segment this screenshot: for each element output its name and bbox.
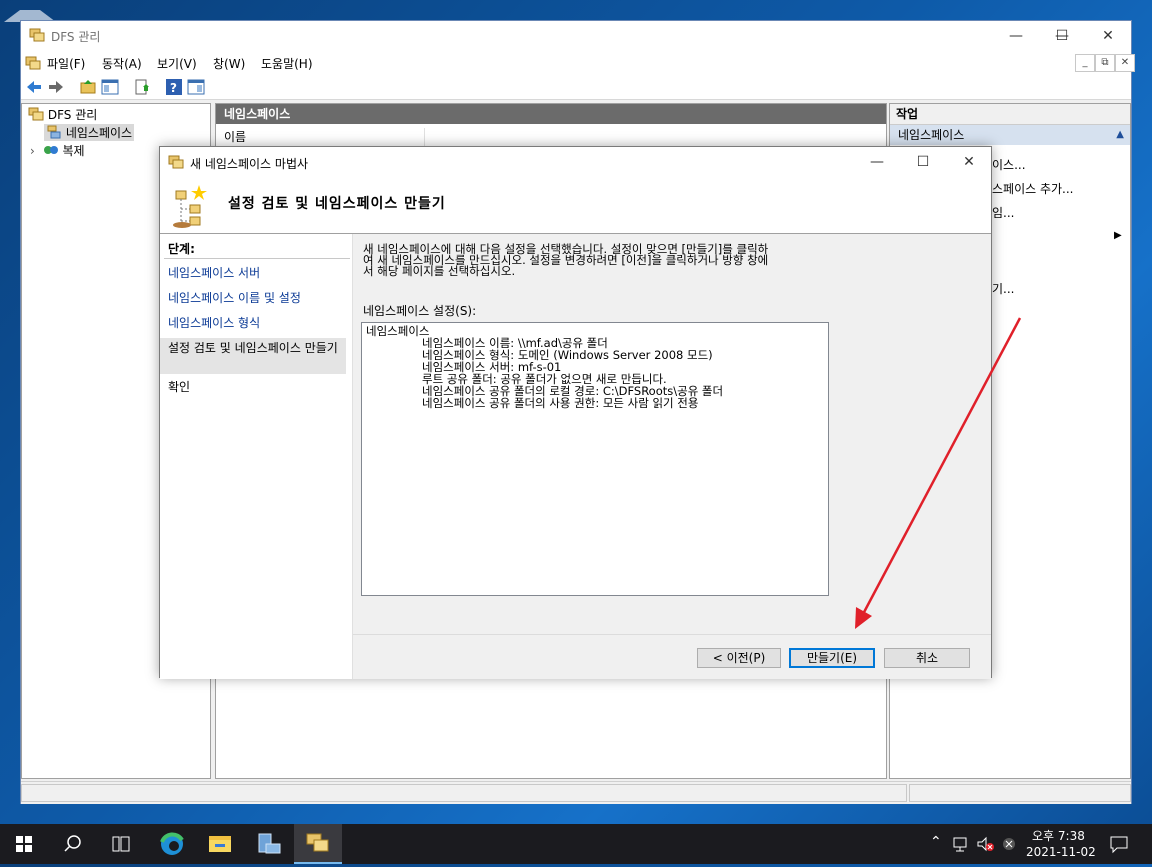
- wizard-app-icon: [168, 154, 184, 170]
- tree-replication-label: 복제: [62, 144, 85, 158]
- dfs-folder-icon: [28, 107, 44, 121]
- mdi-close-button[interactable]: ✕: [1115, 54, 1135, 72]
- wizard-title: 새 네임스페이스 마법사: [190, 157, 309, 171]
- task-view-icon[interactable]: [96, 824, 144, 864]
- cancel-button[interactable]: 취소: [884, 648, 970, 668]
- step-namespace-server[interactable]: 네임스페이스 서버: [168, 267, 346, 280]
- forward-arrow-icon[interactable]: [47, 78, 65, 96]
- results-pane-header: 네임스페이스: [216, 104, 886, 124]
- tree-item-dfs-root[interactable]: DFS 관리: [28, 106, 97, 123]
- wizard-maximize-button[interactable]: ☐: [900, 147, 946, 177]
- status-bar: [21, 781, 1131, 804]
- replication-icon: [43, 146, 58, 154]
- menu-action[interactable]: 동작(A): [102, 55, 142, 72]
- menu-help[interactable]: 도움말(H): [261, 55, 313, 72]
- chevron-up-icon[interactable]: ⌃: [930, 834, 942, 850]
- action-center-icon[interactable]: [1108, 834, 1130, 854]
- status-cell-2: [909, 784, 1131, 802]
- edge-browser-icon[interactable]: [148, 824, 196, 864]
- volume-muted-icon[interactable]: [976, 835, 996, 853]
- tree-item-replication[interactable]: › 복제: [30, 142, 85, 159]
- wizard-minimize-button[interactable]: —: [854, 147, 900, 177]
- show-hide-tree-icon[interactable]: [101, 78, 119, 96]
- step-namespace-name[interactable]: 네임스페이스 이름 및 설정: [168, 292, 346, 305]
- actions-subheader[interactable]: 네임스페이스 ▲: [890, 125, 1130, 145]
- column-header-name[interactable]: 이름: [216, 128, 425, 146]
- intro-text: 새 네임스페이스에 대해 다음 설정을 선택했습니다. 설정이 맞으면 [만들기…: [363, 243, 833, 278]
- actions-header: 작업: [890, 104, 1130, 125]
- new-namespace-wizard: 새 네임스페이스 마법사 — ☐ ✕ 설정 검토 및 네임스페이스 만들기 단계…: [159, 146, 992, 679]
- minimize-icon[interactable]: —: [993, 21, 1039, 51]
- tree-namespace-label: 네임스페이스: [65, 126, 133, 140]
- settings-line: 네임스페이스 공유 폴더의 사용 권한: 모든 사람 읽기 전용: [422, 396, 699, 410]
- file-explorer-icon[interactable]: [196, 824, 244, 864]
- step-namespace-type[interactable]: 네임스페이스 형식: [168, 317, 346, 330]
- wizard-steps-pane: 단계: 네임스페이스 서버 네임스페이스 이름 및 설정 네임스페이스 형식 설…: [160, 234, 353, 679]
- step-confirmation: 확인: [168, 380, 191, 394]
- mdi-restore-button[interactable]: ⧉: [1095, 54, 1115, 72]
- export-list-icon[interactable]: [133, 78, 151, 96]
- menu-window[interactable]: 창(W): [213, 55, 245, 72]
- settings-label: 네임스페이스 설정(S):: [363, 304, 477, 318]
- menu-file[interactable]: 파일(F): [47, 55, 85, 72]
- tree-root-label: DFS 관리: [47, 108, 98, 122]
- server-manager-icon[interactable]: [244, 824, 292, 864]
- wizard-content: 새 네임스페이스에 대해 다음 설정을 선택했습니다. 설정이 맞으면 [만들기…: [353, 234, 991, 634]
- wizard-namespace-icon: [172, 183, 212, 229]
- up-folder-icon[interactable]: [79, 78, 97, 96]
- tree-item-namespaces[interactable]: 네임스페이스: [44, 124, 135, 141]
- wizard-heading: 설정 검토 및 네임스페이스 만들기: [228, 196, 446, 212]
- svg-text:?: ?: [170, 81, 177, 95]
- mdi-minimize-button[interactable]: _: [1075, 54, 1095, 72]
- help-icon[interactable]: ?: [165, 78, 183, 96]
- taskbar: ⌃ 오후 7:38 2021-11-02: [0, 824, 1152, 864]
- mmc-menu-icon[interactable]: [25, 55, 41, 71]
- desktop: { "mmc": { "title": "DFS 관리", "menu": ["…: [0, 0, 1152, 864]
- create-button[interactable]: 만들기(E): [789, 648, 875, 668]
- close-button[interactable]: ✕: [1085, 21, 1131, 51]
- start-button[interactable]: [0, 824, 48, 864]
- show-action-pane-icon[interactable]: [187, 78, 205, 96]
- collapse-up-icon[interactable]: ▲: [1116, 125, 1124, 145]
- step-review-settings: 설정 검토 및 네임스페이스 만들기: [160, 338, 346, 374]
- status-cell-1: [21, 784, 907, 802]
- window-title: DFS 관리: [51, 30, 101, 44]
- action-item-3[interactable]: 임...: [992, 204, 1014, 221]
- settings-root: 네임스페이스: [366, 324, 430, 338]
- menu-view[interactable]: 보기(V): [157, 55, 197, 72]
- namespace-icon: [47, 125, 61, 139]
- desktop-icon-fragment: [0, 0, 60, 22]
- action-item-2[interactable]: 스페이스 추가...: [992, 180, 1074, 197]
- steps-title: 단계:: [168, 242, 195, 256]
- title-bar: DFS 관리 — — ☐ ✕: [21, 21, 1131, 51]
- clock-time[interactable]: 오후 7:38: [1032, 827, 1085, 844]
- wizard-title-bar: 새 네임스페이스 마법사 — ☐ ✕: [160, 147, 991, 177]
- actions-subheader-label: 네임스페이스: [898, 128, 965, 142]
- steps-divider: [164, 258, 350, 259]
- submenu-arrow-icon[interactable]: ▶: [1114, 230, 1122, 241]
- dfs-app-icon: [29, 27, 45, 43]
- intro-line-3: 서 해당 페이지를 선택하십시오.: [363, 264, 516, 278]
- chevron-right-icon[interactable]: ›: [30, 144, 35, 158]
- search-icon[interactable]: [48, 824, 96, 864]
- clock-date[interactable]: 2021-11-02: [1026, 845, 1096, 859]
- wizard-close-button[interactable]: ✕: [946, 147, 992, 177]
- menu-bar: 파일(F) 동작(A) 보기(V) 창(W) 도움말(H) _ ⧉ ✕: [21, 51, 1135, 75]
- back-arrow-icon[interactable]: [25, 78, 43, 96]
- wizard-button-bar: < 이전(P) 만들기(E) 취소: [353, 634, 991, 679]
- network-icon[interactable]: [952, 835, 970, 853]
- back-button[interactable]: < 이전(P): [697, 648, 781, 668]
- dfs-management-taskbar-icon[interactable]: [294, 824, 342, 864]
- maximize-button[interactable]: ☐: [1039, 21, 1085, 51]
- notification-error-icon[interactable]: [1000, 835, 1018, 853]
- action-item-4[interactable]: 기...: [992, 280, 1014, 297]
- action-item-1[interactable]: 이스...: [992, 156, 1026, 173]
- toolbar: ?: [21, 75, 1131, 100]
- wizard-header: 설정 검토 및 네임스페이스 만들기: [160, 177, 991, 234]
- settings-textbox[interactable]: 네임스페이스 네임스페이스 이름: \\mf.ad\공유 폴더 네임스페이스 형…: [361, 322, 829, 596]
